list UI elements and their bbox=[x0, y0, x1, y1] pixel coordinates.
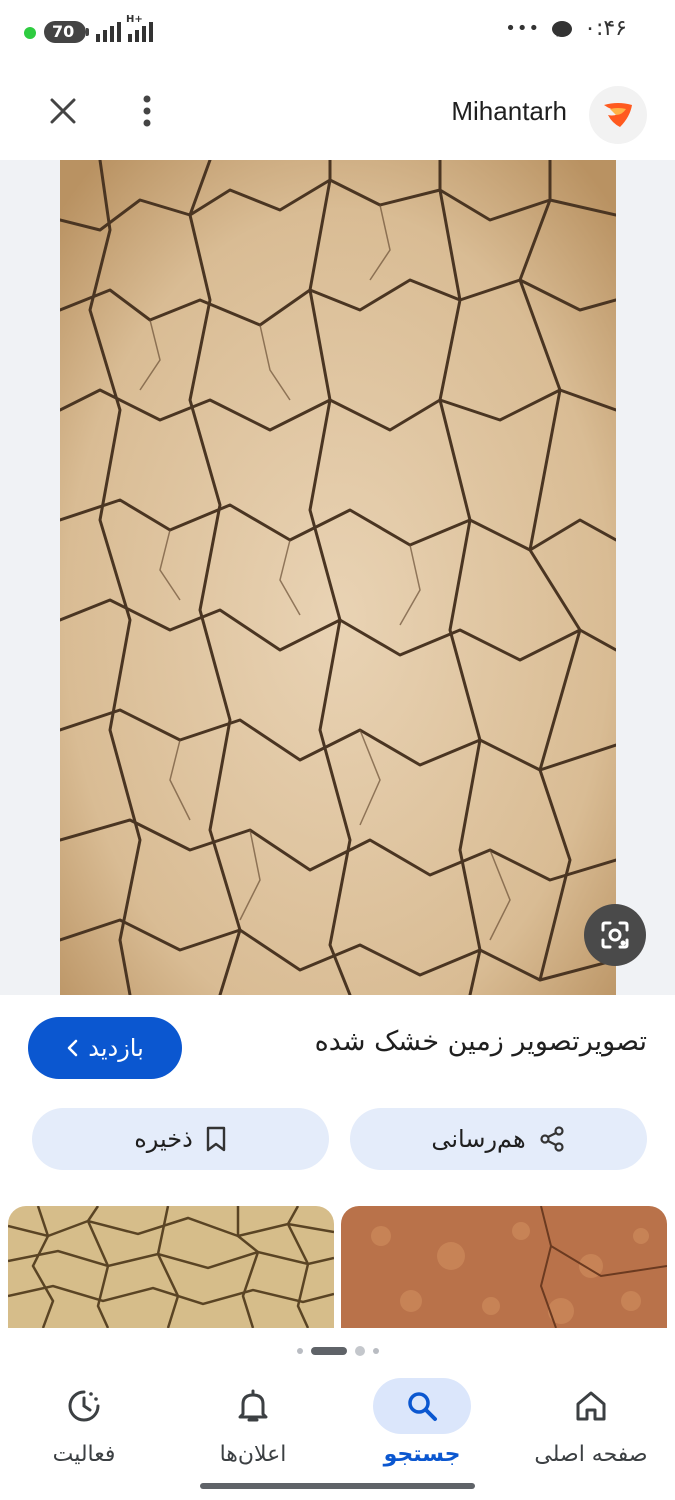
active-indicator-dot bbox=[24, 27, 36, 39]
main-image[interactable] bbox=[60, 160, 616, 995]
nav-item-activity[interactable]: فعالیت bbox=[4, 1378, 164, 1478]
related-image-thumbnail[interactable] bbox=[341, 1206, 667, 1328]
pager-dot bbox=[372, 1348, 379, 1354]
pager-dot-active bbox=[310, 1347, 347, 1355]
site-logo[interactable] bbox=[589, 86, 647, 144]
image-preview-area bbox=[0, 160, 675, 995]
status-right: ••• ۰:۴۶ bbox=[505, 16, 627, 41]
share-icon bbox=[540, 1126, 564, 1152]
battery-indicator: 70 bbox=[44, 21, 89, 43]
signal-icon-2 bbox=[128, 20, 153, 42]
cracked-earth-thumbnail bbox=[8, 1206, 334, 1328]
nav-item-notifications[interactable]: اعلان‌ها bbox=[173, 1378, 333, 1478]
lens-search-button[interactable] bbox=[584, 904, 646, 966]
notification-overflow: ••• bbox=[505, 18, 541, 39]
search-icon bbox=[408, 1392, 437, 1421]
google-lens-icon bbox=[601, 921, 629, 949]
bookmark-icon bbox=[206, 1126, 225, 1152]
visit-button[interactable]: بازدید bbox=[28, 1017, 182, 1079]
bell-icon bbox=[238, 1389, 268, 1422]
related-image-thumbnail[interactable] bbox=[8, 1206, 334, 1328]
signal-icon bbox=[96, 20, 121, 42]
nav-item-search[interactable]: جستجو bbox=[342, 1378, 502, 1478]
status-bar: 70 H+ ••• ۰:۴۶ bbox=[0, 0, 675, 66]
image-title: تصویرتصویر زمین خشک شده bbox=[314, 1026, 647, 1057]
chevron-left-icon bbox=[67, 1039, 78, 1057]
bottom-navigation: صفحه اصلی جستجو اعلان‌ها ف bbox=[0, 1372, 675, 1500]
save-button[interactable]: ذخیره bbox=[32, 1108, 329, 1170]
red-soil-thumbnail bbox=[341, 1206, 667, 1328]
carousel-pager bbox=[0, 1344, 675, 1358]
gesture-home-bar[interactable] bbox=[200, 1483, 475, 1489]
pager-dot bbox=[354, 1346, 365, 1356]
cracked-earth-image bbox=[60, 160, 616, 995]
more-options-button[interactable] bbox=[124, 88, 170, 134]
nav-label-activity: فعالیت bbox=[52, 1442, 116, 1467]
site-name[interactable]: Mihantarh bbox=[451, 96, 567, 127]
visit-label: بازدید bbox=[88, 1034, 144, 1062]
share-button[interactable]: هم‌رسانی bbox=[350, 1108, 647, 1170]
activity-icon bbox=[68, 1390, 100, 1422]
viewer-header: Mihantarh bbox=[0, 66, 675, 160]
more-vert-icon bbox=[143, 95, 151, 127]
nav-label-search: جستجو bbox=[383, 1442, 461, 1467]
share-label: هم‌رسانی bbox=[431, 1125, 526, 1153]
close-icon bbox=[50, 98, 76, 124]
close-button[interactable] bbox=[40, 88, 86, 134]
nav-item-home[interactable]: صفحه اصلی bbox=[511, 1378, 671, 1478]
pager-dot bbox=[296, 1348, 303, 1354]
home-icon bbox=[576, 1391, 606, 1421]
fox-logo-icon bbox=[604, 103, 632, 127]
clock: ۰:۴۶ bbox=[584, 16, 627, 41]
nav-label-notifications: اعلان‌ها bbox=[219, 1442, 287, 1467]
save-label: ذخیره bbox=[134, 1125, 193, 1153]
chat-icon bbox=[552, 20, 573, 37]
nav-label-home: صفحه اصلی bbox=[534, 1442, 648, 1467]
related-images bbox=[0, 1206, 675, 1328]
